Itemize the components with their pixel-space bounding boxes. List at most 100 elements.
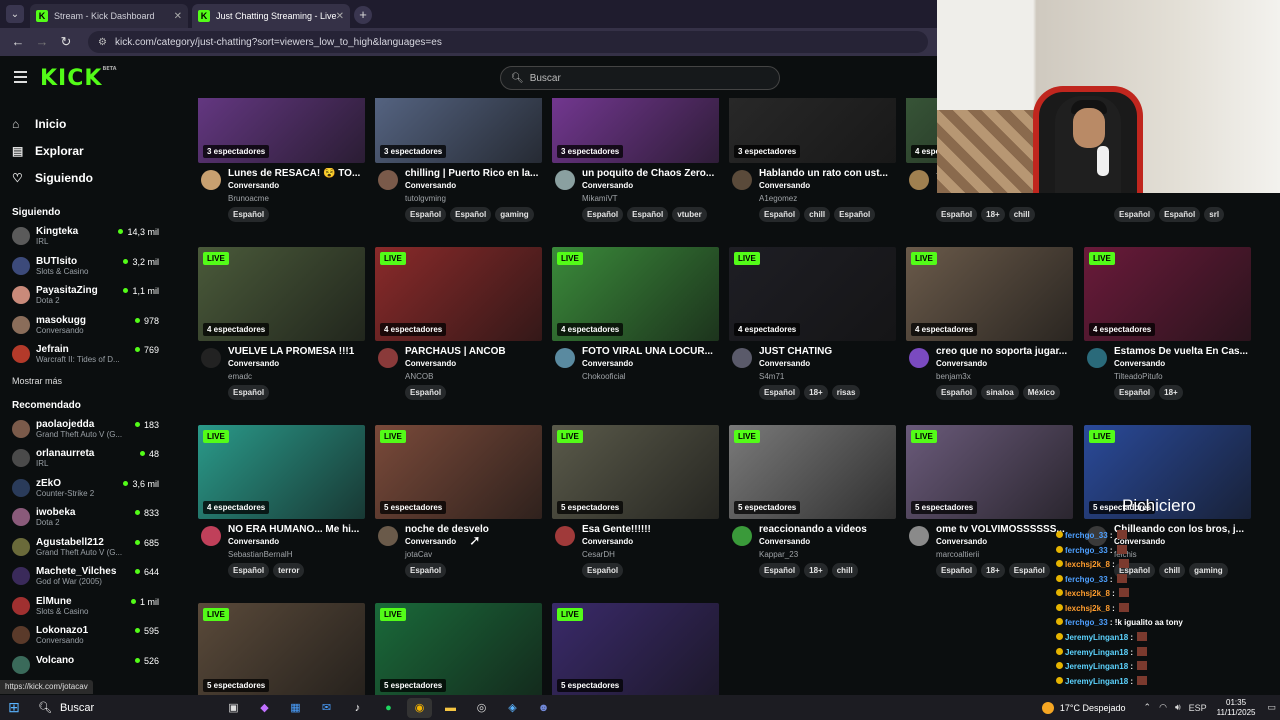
sidebar-channel[interactable]: PayasitaZing Dota 2 1,1 mil xyxy=(0,283,175,313)
stream-title[interactable]: NO ERA HUMANO... Me hi... xyxy=(228,524,365,535)
browser-tab-dashboard[interactable]: K Stream - Kick Dashboard ✕ xyxy=(30,4,188,28)
stream-thumbnail[interactable]: LIVE 4 espectadores xyxy=(1084,247,1251,341)
language-indicator[interactable]: ESP xyxy=(1189,703,1207,713)
streamer-name[interactable]: benjam3x xyxy=(936,372,1073,381)
stream-thumbnail[interactable]: LIVE 4 espectadores xyxy=(375,247,542,341)
stream-title[interactable]: creo que no soporta jugar... xyxy=(936,346,1073,357)
stream-card[interactable]: LIVE 5 espectadores xyxy=(375,603,542,695)
tag-chip[interactable]: 18+ xyxy=(981,563,1005,578)
stream-card[interactable]: 3 espectadores Lunes de RESACA! 😵 TO... Co… xyxy=(198,98,365,222)
site-info-icon[interactable]: ⚙ xyxy=(98,37,107,48)
stream-thumbnail[interactable]: 3 espectadores xyxy=(198,98,365,163)
streamer-avatar[interactable] xyxy=(555,348,575,368)
tag-chip[interactable]: Español xyxy=(759,563,801,578)
tag-chip[interactable]: Español xyxy=(759,385,801,400)
stream-thumbnail[interactable]: LIVE 4 espectadores xyxy=(552,247,719,341)
streamer-name[interactable]: ANCOB xyxy=(405,372,542,381)
tag-chip[interactable]: Español xyxy=(228,207,270,222)
stream-card[interactable]: 3 espectadores un poquito de Chaos Zero..… xyxy=(552,98,719,222)
new-tab-button[interactable]: + xyxy=(354,6,372,24)
stream-thumbnail[interactable]: LIVE 5 espectadores xyxy=(375,603,542,695)
stream-thumbnail[interactable]: LIVE 5 espectadores xyxy=(906,425,1073,519)
browser-tab-just-chatting[interactable]: K Just Chatting Streaming - Live ✕ xyxy=(192,4,350,28)
stream-card[interactable]: LIVE 4 espectadores creo que no soporta ju… xyxy=(906,247,1073,400)
sidebar-channel[interactable]: Agustabell212 Grand Theft Auto V (G... 685 xyxy=(0,535,175,565)
streamer-name[interactable]: TilteadoPitufo xyxy=(1114,372,1251,381)
stream-card[interactable]: 3 espectadores chilling | Puerto Rico en … xyxy=(375,98,542,222)
tag-chip[interactable]: Español xyxy=(1114,207,1156,222)
tag-chip[interactable]: Español xyxy=(405,207,447,222)
sidebar-channel[interactable]: iwobeka Dota 2 833 xyxy=(0,505,175,535)
sidebar-channel[interactable]: Volcano 526 xyxy=(0,653,175,683)
streamer-avatar[interactable] xyxy=(732,348,752,368)
tag-chip[interactable]: Español xyxy=(1159,207,1201,222)
copilot-icon[interactable]: ◆ xyxy=(252,698,277,718)
tag-chip[interactable]: terror xyxy=(273,563,305,578)
stream-card[interactable]: LIVE 4 espectadores Estamos De vuelta En C… xyxy=(1084,247,1251,400)
stream-thumbnail[interactable]: LIVE 5 espectadores xyxy=(552,425,719,519)
forward-icon[interactable]: → xyxy=(32,32,52,52)
streamer-avatar[interactable] xyxy=(555,170,575,190)
streamer-name[interactable]: tutolgvming xyxy=(405,194,542,203)
tag-chip[interactable]: srl xyxy=(1204,207,1225,222)
spotify-icon[interactable]: ● xyxy=(376,698,401,718)
sidebar-channel[interactable]: Machete_Vilches God of War (2005) 644 xyxy=(0,564,175,594)
stream-title[interactable]: Lunes de RESACA! 😵 TO... xyxy=(228,168,365,179)
streamer-avatar[interactable] xyxy=(909,526,929,546)
notification-icon[interactable]: ▭ xyxy=(1267,702,1276,713)
stream-thumbnail[interactable]: LIVE 5 espectadores xyxy=(375,425,542,519)
stream-thumbnail[interactable]: LIVE 5 espectadores xyxy=(729,425,896,519)
tag-chip[interactable]: vtuber xyxy=(672,207,707,222)
tiktok-icon[interactable]: ♪ xyxy=(345,698,370,718)
clock[interactable]: 01:35 11/11/2025 xyxy=(1217,698,1256,718)
streamer-avatar[interactable] xyxy=(909,170,929,190)
store-icon[interactable]: ▦ xyxy=(283,698,308,718)
file-explorer-icon[interactable]: ▬ xyxy=(438,698,463,718)
stream-card[interactable]: LIVE 5 espectadores Esa Gente!!!!!! Convers… xyxy=(552,425,719,578)
stream-title[interactable]: VUELVE LA PROMESA !!!1 xyxy=(228,346,365,357)
obs-icon[interactable]: ◎ xyxy=(469,698,494,718)
tag-chip[interactable]: Español xyxy=(582,207,624,222)
streamer-name[interactable]: MikamiVT xyxy=(582,194,719,203)
sidebar-channel[interactable]: BUTIsito Slots & Casino 3,2 mil xyxy=(0,254,175,284)
sidebar-channel[interactable]: ElMune Slots & Casino 1 mil xyxy=(0,594,175,624)
stream-title[interactable]: PARCHAUS | ANCOB xyxy=(405,346,542,357)
tag-chip[interactable]: chill xyxy=(1008,207,1035,222)
tag-chip[interactable]: Español xyxy=(936,385,978,400)
stream-card[interactable]: LIVE 4 espectadores NO ERA HUMANO... Me hi… xyxy=(198,425,365,578)
tag-chip[interactable]: Español xyxy=(450,207,492,222)
stream-title[interactable]: Esa Gente!!!!!! xyxy=(582,524,719,535)
stream-card[interactable]: LIVE 4 espectadores PARCHAUS | ANCOB Conver… xyxy=(375,247,542,400)
hamburger-menu-icon[interactable] xyxy=(14,71,27,86)
stream-category[interactable]: Conversando xyxy=(405,181,542,190)
tag-chip[interactable]: Español xyxy=(936,563,978,578)
streamer-avatar[interactable] xyxy=(732,170,752,190)
stream-category[interactable]: Conversando xyxy=(936,359,1073,368)
app-icon[interactable]: ◈ xyxy=(500,698,525,718)
tag-chip[interactable]: 18+ xyxy=(1159,385,1183,400)
tag-chip[interactable]: Español xyxy=(228,563,270,578)
stream-title[interactable]: Hablando un rato con ust... xyxy=(759,168,896,179)
stream-thumbnail[interactable]: 3 espectadores xyxy=(729,98,896,163)
chrome-icon[interactable]: ◉ xyxy=(407,697,432,718)
stream-card[interactable]: LIVE 5 espectadores xyxy=(198,603,365,695)
stream-category[interactable]: Conversando xyxy=(759,181,896,190)
stream-category[interactable]: Conversando xyxy=(1114,359,1251,368)
tag-chip[interactable]: 18+ xyxy=(981,207,1005,222)
streamer-name[interactable]: marcoaltierii xyxy=(936,550,1073,559)
tag-chip[interactable]: gaming xyxy=(495,207,534,222)
mail-icon[interactable]: ✉ xyxy=(314,698,339,718)
stream-title[interactable]: Estamos De vuelta En Cas... xyxy=(1114,346,1251,357)
tab-menu-button[interactable]: ⌄ xyxy=(6,5,24,23)
tag-chip[interactable]: Español xyxy=(228,385,270,400)
discord-icon[interactable]: ☻ xyxy=(531,698,556,718)
streamer-avatar[interactable] xyxy=(1087,348,1107,368)
url-field[interactable]: ⚙ kick.com/category/just-chatting?sort=v… xyxy=(88,31,928,53)
stream-category[interactable]: Conversando xyxy=(936,537,1073,546)
streamer-avatar[interactable] xyxy=(909,348,929,368)
stream-thumbnail[interactable]: LIVE 4 espectadores xyxy=(198,425,365,519)
stream-category[interactable]: Conversando xyxy=(582,181,719,190)
close-tab-icon[interactable]: ✕ xyxy=(336,11,344,22)
stream-card[interactable]: LIVE 5 espectadores noche de desvelo Conver… xyxy=(375,425,542,578)
nav-item-inicio[interactable]: ⌂ Inicio xyxy=(12,110,175,137)
